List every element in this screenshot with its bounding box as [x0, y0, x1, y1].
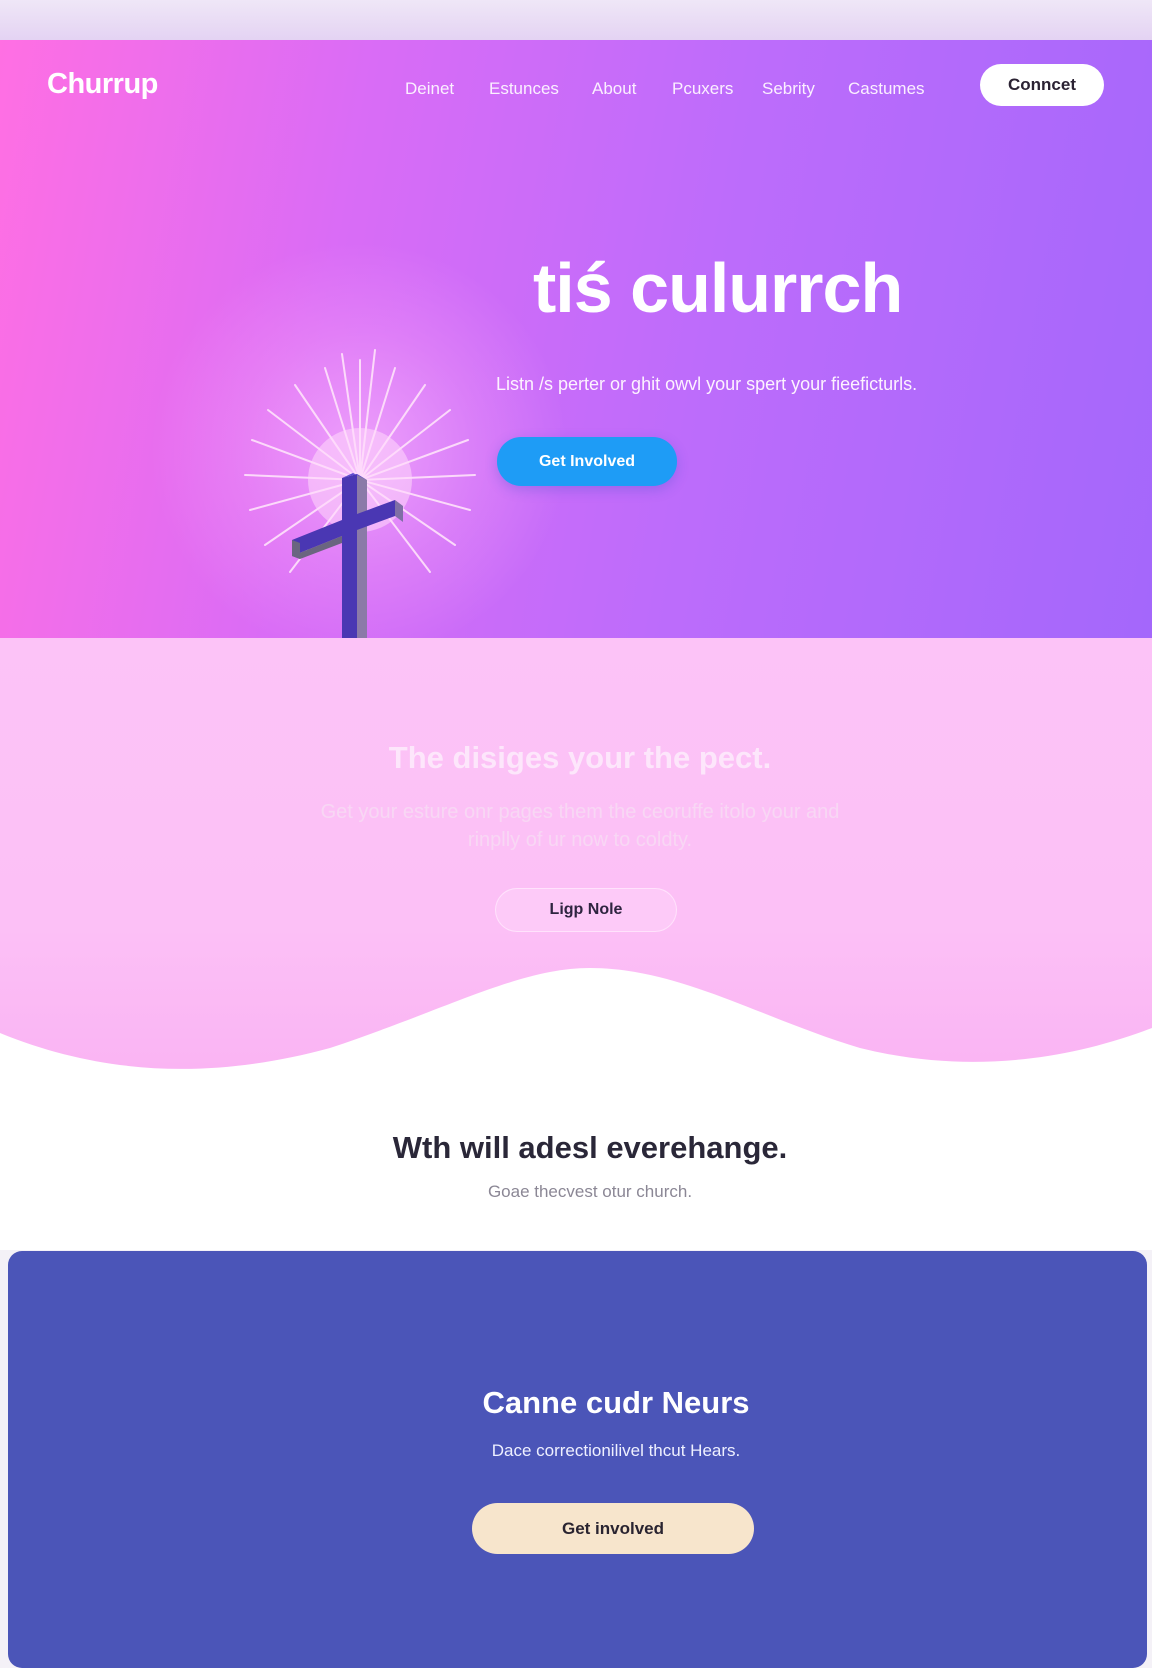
main-nav: Deinet Estunces About Pcuxers Sebrity Ca…: [0, 74, 1152, 104]
pink-section: The disiges your the pect. Get your estu…: [0, 638, 1152, 1118]
middle-section-subtitle: Goae thecvest otur church.: [487, 1182, 693, 1201]
nav-item-deinet[interactable]: Deinet: [405, 74, 454, 104]
nav-item-castumes[interactable]: Castumes: [848, 74, 925, 104]
cta-card-title: Canne cudr Neurs: [482, 1385, 750, 1420]
pink-section-text: Get your esture onr pages them the ceoru…: [320, 801, 840, 851]
hero-title: tiś culurrch: [533, 249, 903, 327]
nav-item-estunces[interactable]: Estunces: [489, 74, 559, 104]
browser-top-strip: [0, 0, 1152, 40]
nav-item-about[interactable]: About: [592, 74, 636, 104]
wave-divider: [0, 968, 1152, 1118]
cta-get-involved-button[interactable]: Get involved: [472, 1503, 754, 1554]
learn-more-button[interactable]: Ligp Nole: [495, 888, 677, 932]
middle-section-title: Wth will adesl everehange.: [392, 1130, 788, 1165]
cta-card: Canne cudr Neurs Dace correctionilivel t…: [8, 1251, 1147, 1668]
hero-section: Churrup Deinet Estunces About Pcuxers Se…: [0, 40, 1152, 638]
connect-button[interactable]: Conncet: [980, 64, 1104, 106]
cross-with-rays-icon: [244, 349, 476, 638]
cta-card-text: Dace correctionilivel thcut Hears.: [491, 1441, 741, 1460]
hero-subtitle: Listn /s perter or ghit owvl your spert …: [496, 374, 918, 394]
pink-section-title: The disiges your the pect.: [388, 740, 772, 775]
nav-item-sebrity[interactable]: Sebrity: [762, 74, 815, 104]
nav-item-pcuxers[interactable]: Pcuxers: [672, 74, 733, 104]
middle-section: Wth will adesl everehange. Goae thecvest…: [0, 1100, 1152, 1250]
get-involved-button[interactable]: Get Involved: [497, 437, 677, 486]
